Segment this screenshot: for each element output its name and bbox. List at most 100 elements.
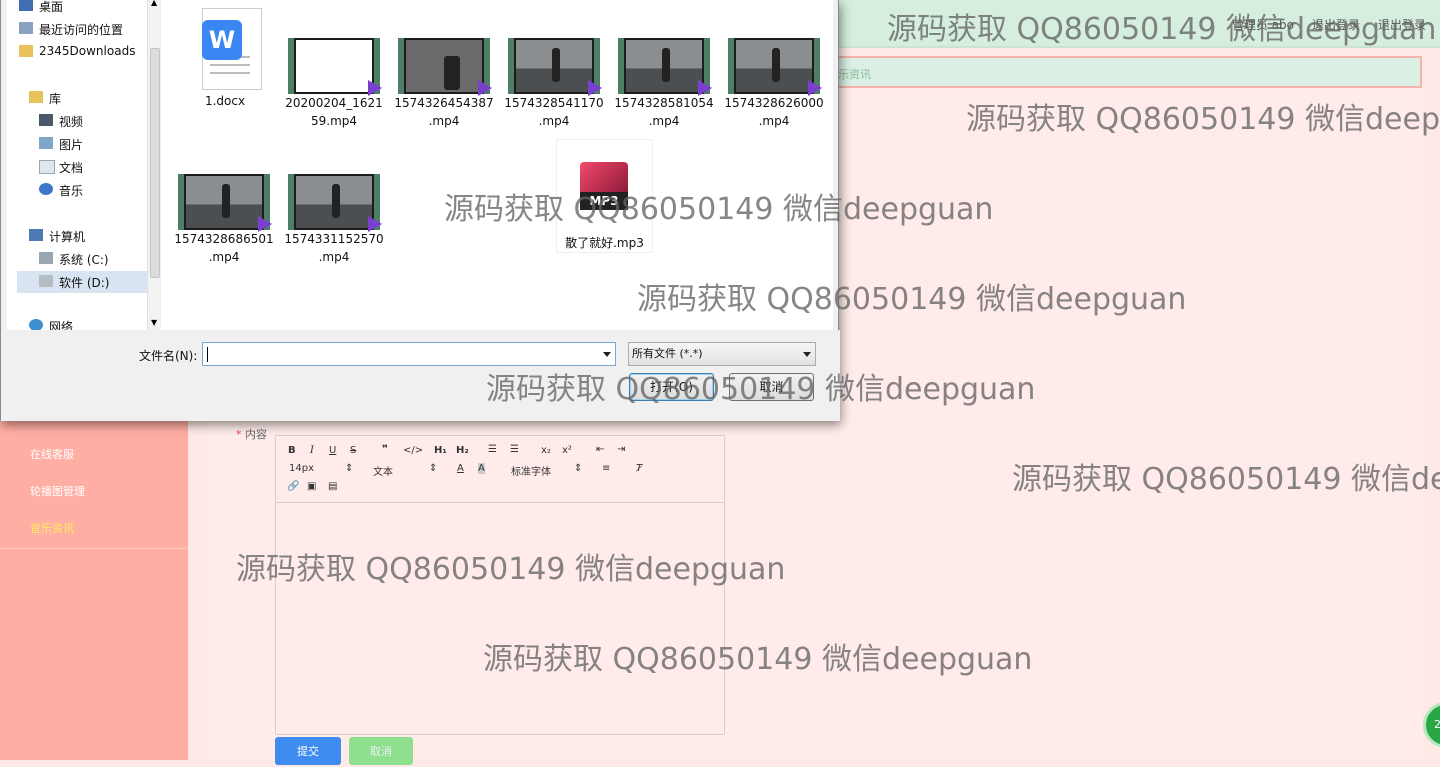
file-item-video[interactable]: 1574328541170 .mp4 [502,38,606,130]
font-family-select[interactable]: 标准字体 [511,463,551,478]
file-item-video[interactable]: 1574328686501 .mp4 [172,174,276,266]
file-name: 1.docx [204,94,246,108]
drive-c-icon [39,252,53,264]
submit-button[interactable]: 提交 [275,737,341,765]
file-name-line1: 1574328541170 [504,96,604,110]
italic-icon[interactable]: I [310,445,314,456]
subscript-icon[interactable]: x₂ [541,445,551,456]
file-name-line1: 1574328686501 [174,232,274,246]
content-field-label: * 内容 [236,428,267,441]
align-icon[interactable]: ≡ [602,463,610,474]
file-name-line1: 20200204_1621 [285,96,383,110]
nav-scrollbar[interactable]: ▲ ▼ [147,0,161,330]
text-color-icon[interactable]: A [457,463,464,474]
file-item-docx[interactable]: W 1.docx [173,6,277,110]
font-family-chevron-icon: ⇕ [574,463,583,474]
pictures-library-icon [39,137,53,149]
cancel-button[interactable]: 取消 [349,737,413,765]
watermark-text: 源码获取 QQ86050149 微信deepguan [1012,462,1440,497]
sidebar-item-music-news[interactable]: 音乐资讯 [30,520,74,536]
outdent-icon[interactable]: ⇤ [596,444,604,455]
floating-counter-badge[interactable]: 24 [1423,702,1440,748]
filename-input[interactable] [202,342,616,366]
heading1-icon[interactable]: H₁ [434,445,447,456]
nav-item-videos[interactable]: 视频 [39,113,83,130]
bullet-list-icon[interactable]: ☰ [510,444,519,455]
file-item-video[interactable]: 1574326454387 .mp4 [392,38,496,130]
watermark-text: 源码获取 QQ86050149 微信deepguan [483,642,1033,677]
documents-library-icon [39,160,55,174]
watermark-text: 源码获取 QQ86050149 微信deepguan [444,192,994,227]
file-name-line2: .mp4 [538,114,570,128]
filename-label: 文件名(N): [139,349,198,363]
sidebar-item-online-service[interactable]: 在线客服 [30,446,74,462]
file-name-line2: 59.mp4 [310,114,358,128]
nav-item-desktop[interactable]: 桌面 [19,0,63,15]
library-icon [29,91,43,103]
sidebar-item-carousel[interactable]: 轮播图管理 [30,483,85,499]
video-icon[interactable]: ▤ [328,481,337,492]
nav-item-drive-c[interactable]: 系统 (C:) [39,251,109,268]
drive-d-icon [39,275,53,287]
file-item-video[interactable]: 1574331152570 .mp4 [282,174,386,266]
music-library-icon [39,183,53,195]
font-size-select[interactable]: 14px [289,463,314,474]
filetype-select[interactable]: 所有文件 (*.*) [628,342,816,366]
file-name-line2: .mp4 [758,114,790,128]
editor-toolbar: B I U S ❞ </> H₁ H₂ ☰ ☰ x₂ x² ⇤ ⇥ 14px ⇕… [276,436,724,503]
file-item-video[interactable]: 1574328626000 .mp4 [722,38,826,130]
strikethrough-icon[interactable]: S [350,445,356,456]
nav-item-recent[interactable]: 最近访问的位置 [19,21,123,38]
video-file-icon [618,38,712,96]
blockquote-icon[interactable]: ❞ [382,444,388,455]
file-item-video[interactable]: 20200204_1621 59.mp4 [282,38,386,130]
code-icon[interactable]: </> [403,445,423,456]
indent-icon[interactable]: ⇥ [617,444,625,455]
file-name: 散了就好.mp3 [565,236,644,250]
format-select[interactable]: 文本 [373,463,393,478]
link-icon[interactable]: 🔗 [287,481,299,492]
ordered-list-icon[interactable]: ☰ [488,444,497,455]
desktop-icon [19,0,33,11]
file-item-video[interactable]: 1574328581054 .mp4 [612,38,716,130]
video-file-icon [288,38,382,96]
breadcrumb: 乐资讯 [838,56,1422,88]
watermark-text: 源码获取 QQ86050149 微信deepguan [236,552,786,587]
watermark-text: 源码获取 QQ86050149 微信deepguan [486,372,1036,407]
superscript-icon[interactable]: x² [562,445,572,456]
scroll-up-icon[interactable]: ▲ [151,0,157,7]
video-library-icon [39,114,53,126]
nav-item-drive-d[interactable]: 软件 (D:) [39,274,109,291]
file-name-line1: 1574328581054 [614,96,714,110]
format-chevron-icon: ⇕ [429,463,438,474]
underline-icon[interactable]: U [329,445,336,456]
file-name-line1: 1574326454387 [394,96,494,110]
nav-item-downloads[interactable]: 2345Downloads [19,44,135,58]
computer-icon [29,229,43,241]
navigation-pane: 桌面 最近访问的位置 2345Downloads 库 视频 图片 文档 音乐 计… [7,0,161,334]
filetype-dropdown-arrow-icon[interactable] [803,352,811,357]
file-name-line1: 1574328626000 [724,96,824,110]
nav-scrollbar-thumb[interactable] [150,48,160,278]
video-file-icon [288,174,382,232]
video-file-icon [398,38,492,96]
file-name-line2: .mp4 [208,250,240,264]
image-icon[interactable]: ▣ [307,481,316,492]
clear-format-icon[interactable]: T̷ [636,463,642,474]
bold-icon[interactable]: B [288,445,296,456]
heading2-icon[interactable]: H₂ [456,445,469,456]
word-document-icon: W [190,6,262,92]
video-file-icon [508,38,602,96]
nav-item-libraries[interactable]: 库 [29,90,61,107]
nav-item-music[interactable]: 音乐 [39,182,83,199]
sidebar: 在线客服 轮播图管理 音乐资讯 [0,420,188,760]
nav-item-documents[interactable]: 文档 [39,159,83,176]
background-color-icon[interactable]: A [478,463,485,474]
watermark-text: 源码获取 QQ86050149 微信deepguan [887,12,1437,47]
file-name-line2: .mp4 [648,114,680,128]
nav-item-computer[interactable]: 计算机 [29,228,85,245]
filename-dropdown-arrow-icon[interactable] [603,352,611,357]
nav-item-pictures[interactable]: 图片 [39,136,83,153]
scroll-down-icon[interactable]: ▼ [151,318,157,327]
watermark-text: 源码获取 QQ86050149 微信deepguan [966,102,1440,137]
